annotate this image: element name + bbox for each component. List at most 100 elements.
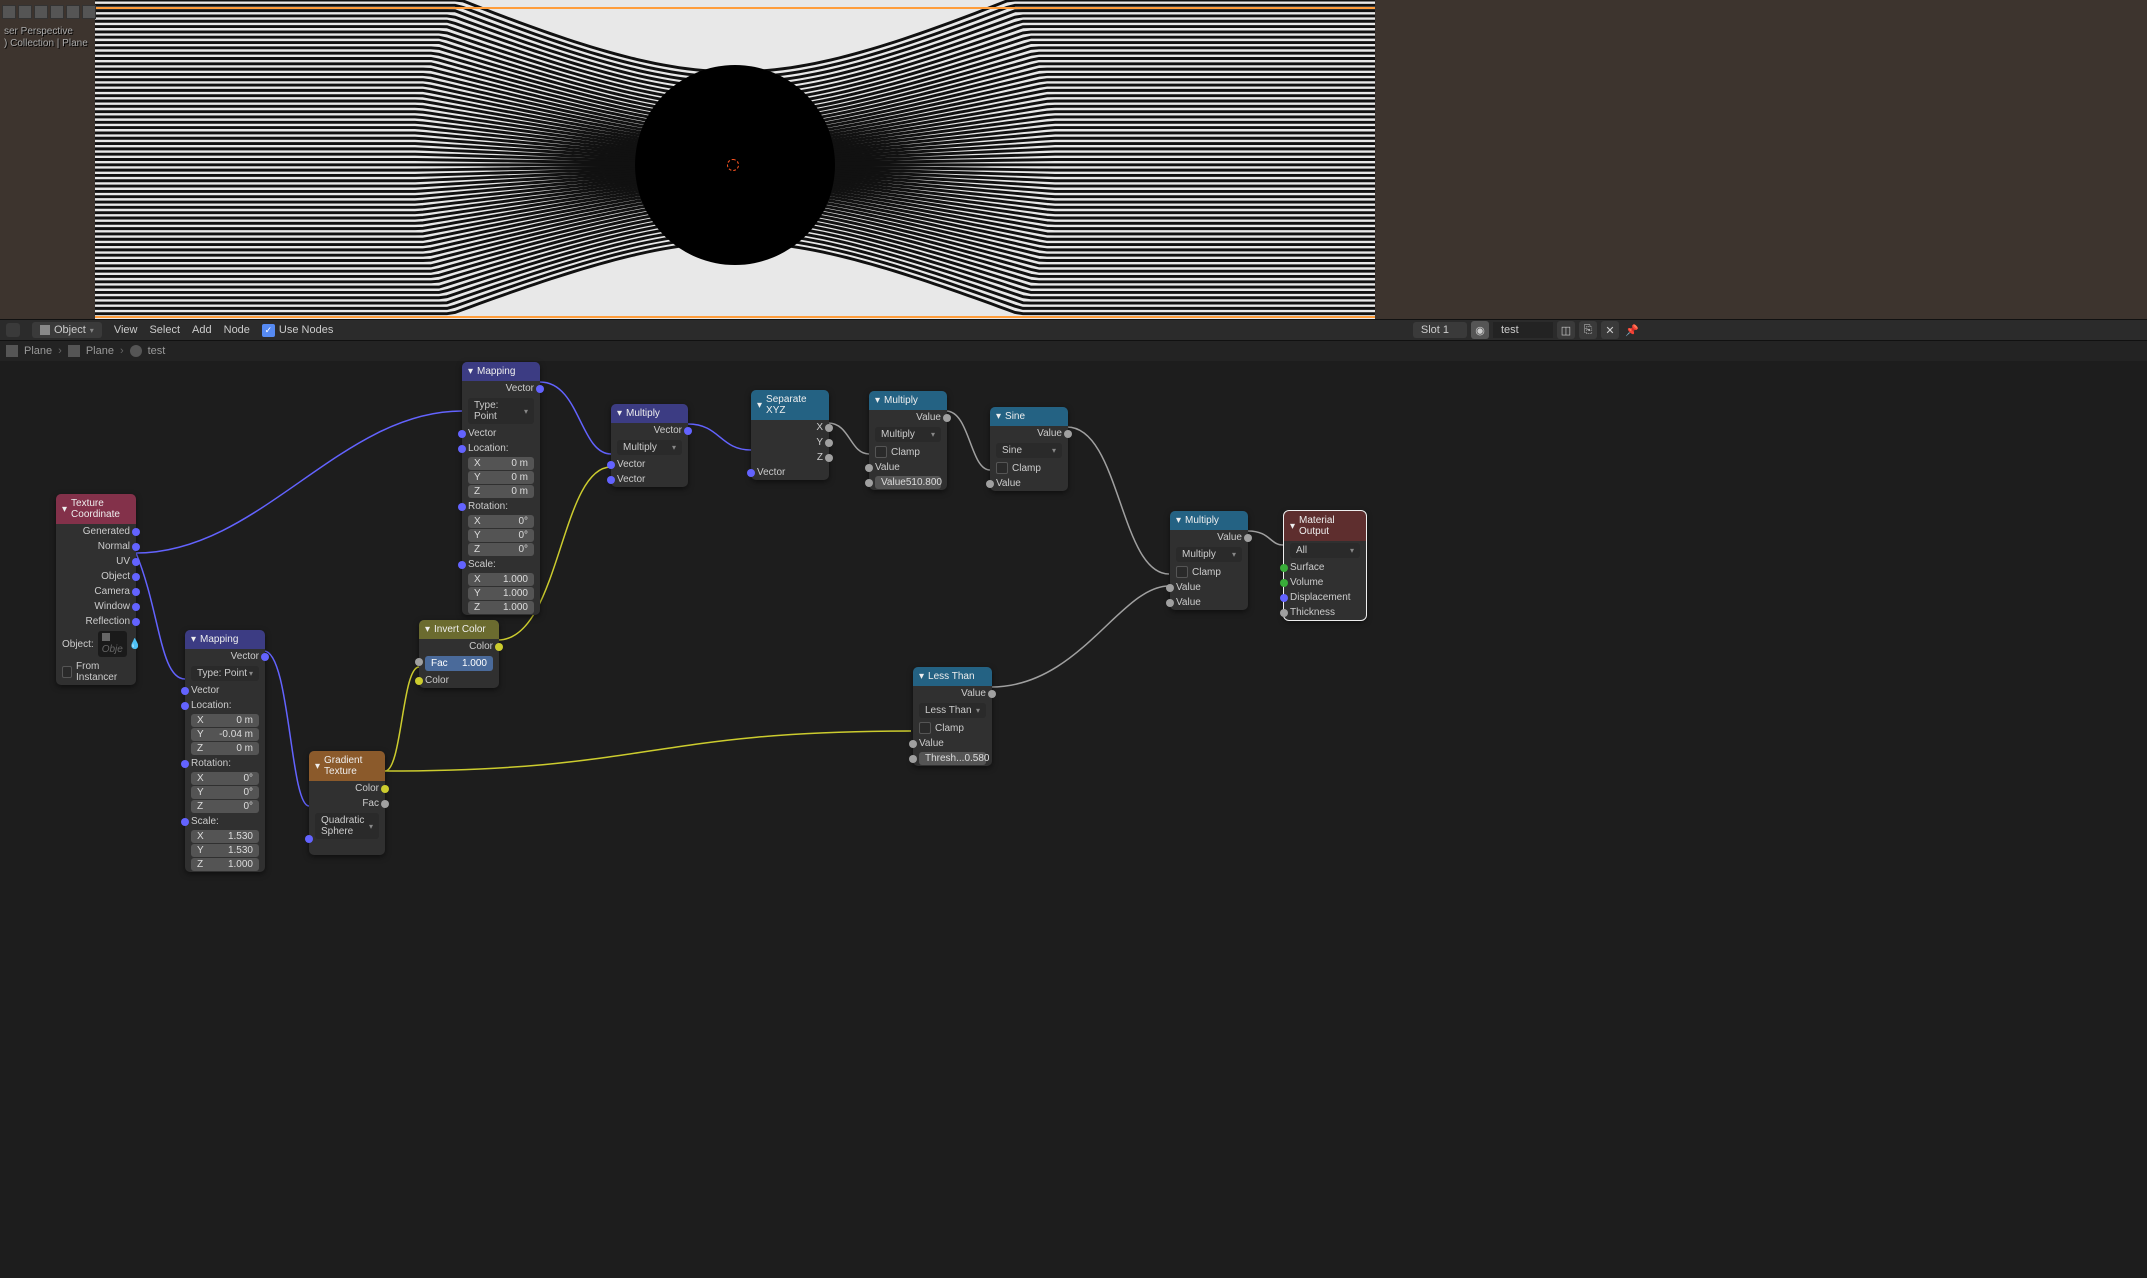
operation-dropdown[interactable]: Sine▾ xyxy=(996,443,1062,458)
viewport-toolbar[interactable] xyxy=(2,5,96,19)
gradient-type-dropdown[interactable]: Quadratic Sphere▾ xyxy=(315,813,379,839)
browse-icon[interactable]: ◫ xyxy=(1557,321,1575,339)
tool-icon[interactable] xyxy=(2,5,16,19)
menu-add[interactable]: Add xyxy=(192,324,212,336)
clamp-checkbox[interactable]: Clamp xyxy=(1170,564,1248,580)
operation-dropdown[interactable]: Multiply▾ xyxy=(617,440,682,455)
clamp-checkbox[interactable]: Clamp xyxy=(990,460,1068,476)
breadcrumb-item[interactable]: test xyxy=(148,345,166,357)
world-icon[interactable] xyxy=(6,345,18,357)
rot-z[interactable]: Z0° xyxy=(468,543,534,556)
node-title: Invert Color xyxy=(434,624,486,635)
loc-y[interactable]: Y0 m xyxy=(468,471,534,484)
output-generated: Generated xyxy=(62,526,130,537)
node-math-sine[interactable]: ▾Sine Value Sine▾ Clamp Value xyxy=(990,407,1068,491)
use-nodes-checkbox[interactable]: ✓Use Nodes xyxy=(262,324,333,337)
node-less-than[interactable]: ▾Less Than Value Less Than▾ Clamp Value … xyxy=(913,667,992,766)
node-gradient-texture[interactable]: ▾Gradient Texture Color Fac Quadratic Sp… xyxy=(309,751,385,855)
pin-icon[interactable]: 📌 xyxy=(1623,321,1641,339)
fac-slider[interactable]: Fac1.000 xyxy=(425,656,493,671)
node-math-multiply-2[interactable]: ▾Multiply Value Multiply▾ Clamp Value Va… xyxy=(1170,511,1248,610)
scale-z[interactable]: Z1.000 xyxy=(191,858,259,871)
threshold-field[interactable]: Thresh...0.580 xyxy=(919,752,986,765)
clamp-checkbox[interactable]: Clamp xyxy=(913,720,992,736)
type-dropdown[interactable]: Type: Point▾ xyxy=(468,398,534,424)
node-texture-coordinate[interactable]: ▾Texture Coordinate Generated Normal UV … xyxy=(56,494,136,685)
scale-y[interactable]: Y1.000 xyxy=(468,587,534,600)
menu-node[interactable]: Node xyxy=(224,324,250,336)
node-mapping-1[interactable]: ▾Mapping Vector Type: Point▾ Vector Loca… xyxy=(462,362,540,615)
check-icon: ✓ xyxy=(262,324,275,337)
target-dropdown[interactable]: All▾ xyxy=(1290,543,1360,558)
tool-icon[interactable] xyxy=(34,5,48,19)
type-dropdown[interactable]: Type: Point▾ xyxy=(191,666,259,681)
node-editor-canvas[interactable]: ▾Texture Coordinate Generated Normal UV … xyxy=(0,361,2147,1278)
chevron-right-icon: › xyxy=(58,345,62,357)
3d-viewport[interactable]: ser Perspective ) Collection | Plane xyxy=(0,0,2147,319)
rot-z[interactable]: Z0° xyxy=(191,800,259,813)
menu-select[interactable]: Select xyxy=(149,324,180,336)
mode-label: Object xyxy=(54,324,86,336)
location-label: Location: xyxy=(191,700,259,711)
chevron-down-icon: ▾ xyxy=(1176,515,1181,526)
value-2-field[interactable]: Value510.800 xyxy=(875,476,941,489)
loc-x[interactable]: X0 m xyxy=(468,457,534,470)
rot-y[interactable]: Y0° xyxy=(468,529,534,542)
operation-dropdown[interactable]: Less Than▾ xyxy=(919,703,986,718)
breadcrumb-item[interactable]: Plane xyxy=(86,345,114,357)
clamp-checkbox[interactable]: Clamp xyxy=(869,444,947,460)
copy-icon[interactable]: ⎘ xyxy=(1579,321,1597,339)
output-reflection: Reflection xyxy=(62,616,130,627)
loc-y[interactable]: Y-0.04 m xyxy=(191,728,259,741)
slot-dropdown[interactable]: Slot 1 xyxy=(1413,322,1467,338)
material-name-field[interactable]: test xyxy=(1493,322,1553,338)
output-y: Y xyxy=(757,437,823,448)
tool-icon[interactable] xyxy=(66,5,80,19)
output-color: Color xyxy=(315,783,379,794)
object-icon xyxy=(102,633,110,641)
tool-icon[interactable] xyxy=(82,5,96,19)
from-instancer-checkbox[interactable]: From Instancer xyxy=(56,659,136,685)
scale-y[interactable]: Y1.530 xyxy=(191,844,259,857)
node-material-output[interactable]: ▾Material Output All▾ Surface Volume Dis… xyxy=(1284,511,1366,620)
scale-x[interactable]: X1.530 xyxy=(191,830,259,843)
tool-icon[interactable] xyxy=(50,5,64,19)
unlink-icon[interactable]: ✕ xyxy=(1601,321,1619,339)
node-vector-multiply[interactable]: ▾Multiply Vector Multiply▾ Vector Vector xyxy=(611,404,688,487)
input-vector-1: Vector xyxy=(617,459,682,470)
rot-x[interactable]: X0° xyxy=(191,772,259,785)
node-mapping-2[interactable]: ▾Mapping Vector Type: Point▾ Vector Loca… xyxy=(185,630,265,872)
node-editor-header: Object▾ View Select Add Node ✓Use Nodes … xyxy=(0,319,2147,341)
output-camera: Camera xyxy=(62,586,130,597)
node-invert-color[interactable]: ▾Invert Color Color Fac1.000 Color xyxy=(419,620,499,688)
loc-x[interactable]: X0 m xyxy=(191,714,259,727)
rot-y[interactable]: Y0° xyxy=(191,786,259,799)
node-separate-xyz[interactable]: ▾Separate XYZ X Y Z Vector xyxy=(751,390,829,480)
material-picker-icon[interactable]: ◉ xyxy=(1471,321,1489,339)
breadcrumb-item[interactable]: Plane xyxy=(24,345,52,357)
mode-dropdown[interactable]: Object▾ xyxy=(32,322,102,338)
node-title: Sine xyxy=(1005,411,1025,422)
editor-type-icon[interactable] xyxy=(6,323,20,337)
scale-z[interactable]: Z1.000 xyxy=(468,601,534,614)
scale-x[interactable]: X1.000 xyxy=(468,573,534,586)
input-value-1: Value xyxy=(1176,582,1242,593)
output-fac: Fac xyxy=(315,798,379,809)
input-surface: Surface xyxy=(1290,562,1360,573)
menu-view[interactable]: View xyxy=(114,324,138,336)
input-value: Value xyxy=(996,478,1062,489)
eyedropper-icon[interactable]: 💧 xyxy=(129,639,141,650)
tool-icon[interactable] xyxy=(18,5,32,19)
node-title: Mapping xyxy=(477,366,515,377)
chevron-down-icon: ▾ xyxy=(191,634,196,645)
node-title: Texture Coordinate xyxy=(71,498,130,520)
node-math-multiply-1[interactable]: ▾Multiply Value Multiply▾ Clamp Value Va… xyxy=(869,391,947,490)
rot-x[interactable]: X0° xyxy=(468,515,534,528)
loc-z[interactable]: Z0 m xyxy=(468,485,534,498)
operation-dropdown[interactable]: Multiply▾ xyxy=(1176,547,1242,562)
chevron-right-icon: › xyxy=(120,345,124,357)
input-color: Color xyxy=(425,675,493,686)
operation-dropdown[interactable]: Multiply▾ xyxy=(875,427,941,442)
loc-z[interactable]: Z0 m xyxy=(191,742,259,755)
object-field[interactable]: Obje xyxy=(98,631,127,657)
